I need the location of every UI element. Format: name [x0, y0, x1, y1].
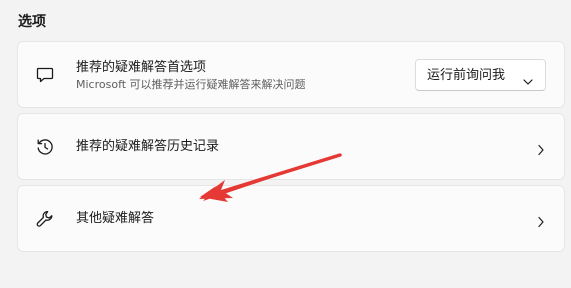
chevron-down-icon: [523, 71, 533, 85]
chevron-right-icon: [537, 141, 545, 155]
card-title: 推荐的疑难解答首选项: [76, 60, 207, 75]
troubleshoot-history-card[interactable]: 推荐的疑难解答历史记录: [17, 113, 565, 180]
section-title: 选项: [18, 14, 46, 30]
wrench-icon: [35, 209, 55, 229]
dropdown-selected-value: 运行前询问我: [427, 68, 506, 83]
history-icon: [35, 137, 55, 157]
preference-dropdown[interactable]: 运行前询问我: [415, 59, 546, 91]
card-description: Microsoft 可以推荐并运行疑难解答来解决问题: [76, 78, 306, 91]
card-title: 推荐的疑难解答历史记录: [76, 139, 220, 154]
other-troubleshooters-card[interactable]: 其他疑难解答: [17, 185, 565, 252]
chevron-right-icon: [537, 213, 545, 227]
troubleshoot-preferences-card: 推荐的疑难解答首选项 Microsoft 可以推荐并运行疑难解答来解决问题 运行…: [17, 41, 565, 108]
chat-bubble-icon: [35, 65, 55, 85]
card-title: 其他疑难解答: [76, 211, 155, 226]
